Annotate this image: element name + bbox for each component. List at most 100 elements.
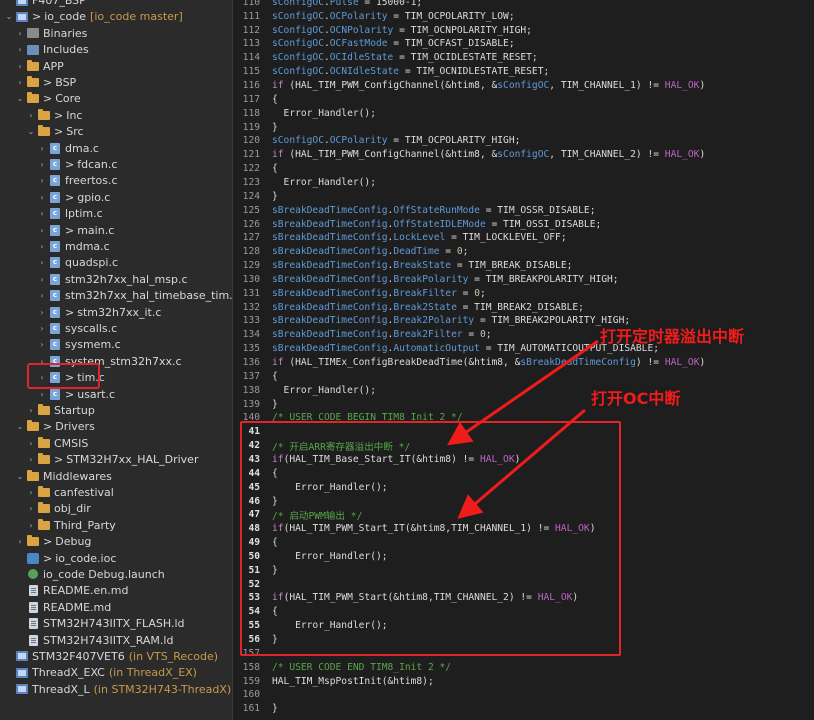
code-line[interactable]: 51} — [233, 563, 814, 577]
code-line[interactable]: 159 HAL_TIM_MspPostInit(&htim8); — [233, 674, 814, 688]
code-line[interactable]: 139} — [233, 397, 814, 411]
chevron-right-icon[interactable]: › — [37, 258, 47, 267]
tree-item[interactable]: › > Inc — [0, 107, 232, 123]
code-line[interactable]: 126 sBreakDeadTimeConfig.OffStateIDLEMode… — [233, 217, 814, 231]
tree-item[interactable]: > io_code.ioc — [0, 550, 232, 566]
code-line[interactable]: 137 { — [233, 369, 814, 383]
tree-item[interactable]: › c stm32h7xx_hal_timebase_tim.c — [0, 288, 232, 304]
code-line[interactable]: 114 sConfigOC.OCIdleState = TIM_OCIDLESTA… — [233, 51, 814, 65]
chevron-right-icon[interactable]: › — [37, 193, 47, 202]
code-line[interactable]: 47 /* 启动PWM输出 */ — [233, 508, 814, 522]
tree-item[interactable]: › c quadspi.c — [0, 255, 232, 271]
chevron-right-icon[interactable]: › — [37, 226, 47, 235]
code-line[interactable]: 157 — [233, 646, 814, 660]
code-line[interactable]: 43 if(HAL_TIM_Base_Start_IT(&htim8) != HA… — [233, 453, 814, 467]
tree-item[interactable]: › > BSP — [0, 74, 232, 90]
chevron-right-icon[interactable]: › — [37, 144, 47, 153]
chevron-right-icon[interactable]: › — [26, 406, 36, 415]
chevron-right-icon[interactable]: › — [37, 160, 47, 169]
code-line[interactable]: 56} — [233, 633, 814, 647]
chevron-right-icon[interactable]: › — [37, 373, 47, 382]
chevron-right-icon[interactable]: › — [15, 29, 25, 38]
code-line[interactable]: 121 if (HAL_TIM_PWM_ConfigChannel(&htim8,… — [233, 148, 814, 162]
chevron-right-icon[interactable]: › — [26, 455, 36, 464]
code-line[interactable]: 161} — [233, 702, 814, 716]
code-line[interactable]: 132 sBreakDeadTimeConfig.Break2State = TI… — [233, 300, 814, 314]
code-line[interactable]: 112 sConfigOC.OCNPolarity = TIM_OCNPOLARI… — [233, 23, 814, 37]
code-line[interactable]: 124} — [233, 189, 814, 203]
chevron-right-icon[interactable]: › — [37, 324, 47, 333]
chevron-right-icon[interactable]: › — [37, 209, 47, 218]
code-line[interactable]: 125 sBreakDeadTimeConfig.OffStateRunMode … — [233, 203, 814, 217]
tree-item[interactable]: STM32F407VET6 (in VTS_Recode) — [0, 648, 232, 664]
tree-item[interactable]: README.md — [0, 599, 232, 615]
tree-item[interactable]: › c freertos.c — [0, 173, 232, 189]
chevron-right-icon[interactable]: › — [15, 78, 25, 87]
chevron-right-icon[interactable]: › — [15, 62, 25, 71]
tree-item[interactable]: › Third_Party — [0, 517, 232, 533]
code-line[interactable]: 119} — [233, 120, 814, 134]
chevron-right-icon[interactable]: › — [37, 390, 47, 399]
code-line[interactable]: 42 /* 开启ARR寄存器溢出中断 */ — [233, 439, 814, 453]
tree-item[interactable]: › > STM32H7xx_HAL_Driver — [0, 452, 232, 468]
code-line[interactable]: 113 sConfigOC.OCFastMode = TIM_OCFAST_DIS… — [233, 37, 814, 51]
chevron-down-icon[interactable]: ⌄ — [4, 12, 14, 21]
tree-item[interactable]: › c lptim.c — [0, 206, 232, 222]
code-line[interactable]: 48 if(HAL_TIM_PWM_Start_IT(&htim8,TIM_CHA… — [233, 522, 814, 536]
chevron-down-icon[interactable]: ⌄ — [15, 94, 25, 103]
code-editor[interactable]: 110 sConfigOC.Pulse = 15000-1; 111 sConfigO… — [232, 0, 814, 720]
tree-item[interactable]: › c mdma.c — [0, 238, 232, 254]
chevron-down-icon[interactable]: ⌄ — [26, 127, 36, 136]
chevron-right-icon[interactable]: › — [26, 488, 36, 497]
chevron-right-icon[interactable]: › — [26, 439, 36, 448]
chevron-right-icon[interactable]: › — [15, 45, 25, 54]
tree-item[interactable]: › Startup — [0, 402, 232, 418]
chevron-right-icon[interactable]: › — [37, 291, 47, 300]
code-line[interactable]: 118 Error_Handler(); — [233, 106, 814, 120]
tree-item[interactable]: › canfestival — [0, 484, 232, 500]
tree-item[interactable]: › c > main.c — [0, 222, 232, 238]
tree-item[interactable]: › c stm32h7xx_hal_msp.c — [0, 271, 232, 287]
tree-item[interactable]: ⌄ > Core — [0, 91, 232, 107]
tree-item[interactable]: › c dma.c — [0, 140, 232, 156]
chevron-right-icon[interactable]: › — [15, 537, 25, 546]
code-line[interactable]: 122 { — [233, 162, 814, 176]
code-line[interactable]: 49 { — [233, 536, 814, 550]
code-line[interactable]: 110 sConfigOC.Pulse = 15000-1; — [233, 0, 814, 9]
code-line[interactable]: 52 — [233, 577, 814, 591]
tree-item[interactable]: ⌄ > Drivers — [0, 419, 232, 435]
code-line[interactable]: 131 sBreakDeadTimeConfig.BreakFilter = 0; — [233, 286, 814, 300]
tree-item[interactable]: › Includes — [0, 42, 232, 58]
tree-item[interactable]: F407_BSP — [0, 0, 232, 9]
tree-item[interactable]: › Binaries — [0, 25, 232, 41]
tree-item[interactable]: › c > usart.c — [0, 386, 232, 402]
code-line[interactable]: 128 sBreakDeadTimeConfig.DeadTime = 0; — [233, 245, 814, 259]
chevron-right-icon[interactable]: › — [37, 242, 47, 251]
code-line[interactable]: 160 — [233, 688, 814, 702]
code-line[interactable]: 44 { — [233, 466, 814, 480]
tree-item[interactable]: › APP — [0, 58, 232, 74]
tree-item[interactable]: › c > stm32h7xx_it.c — [0, 304, 232, 320]
chevron-down-icon[interactable]: ⌄ — [15, 422, 25, 431]
tree-item[interactable]: io_code Debug.launch — [0, 566, 232, 582]
code-line[interactable]: 41 — [233, 425, 814, 439]
tree-item[interactable]: ThreadX_EXC (in ThreadX_EX) — [0, 665, 232, 681]
chevron-right-icon[interactable]: › — [37, 357, 47, 366]
code-line[interactable]: 50 Error_Handler(); — [233, 550, 814, 564]
code-line[interactable]: 115 sConfigOC.OCNIdleState = TIM_OCNIDLES… — [233, 65, 814, 79]
tree-item[interactable]: ThreadX_L (in STM32H743-ThreadX) — [0, 681, 232, 697]
chevron-right-icon[interactable]: › — [37, 340, 47, 349]
chevron-right-icon[interactable]: › — [37, 275, 47, 284]
code-line[interactable]: 127 sBreakDeadTimeConfig.LockLevel = TIM_… — [233, 231, 814, 245]
tree-item[interactable]: › > Debug — [0, 534, 232, 550]
code-line[interactable]: 129 sBreakDeadTimeConfig.BreakState = TIM… — [233, 259, 814, 273]
tree-item[interactable]: › c > tim.c — [0, 370, 232, 386]
tree-item[interactable]: › c > gpio.c — [0, 189, 232, 205]
code-line[interactable]: 46} — [233, 494, 814, 508]
tree-item[interactable]: ⌄ > io_code [io_code master] — [0, 9, 232, 25]
code-line[interactable]: 136 if (HAL_TIMEx_ConfigBreakDeadTime(&ht… — [233, 356, 814, 370]
code-line[interactable]: 55 Error_Handler(); — [233, 619, 814, 633]
tree-item[interactable]: ⌄ > Src — [0, 124, 232, 140]
code-line[interactable]: 123 Error_Handler(); — [233, 176, 814, 190]
tree-item[interactable]: › obj_dir — [0, 501, 232, 517]
